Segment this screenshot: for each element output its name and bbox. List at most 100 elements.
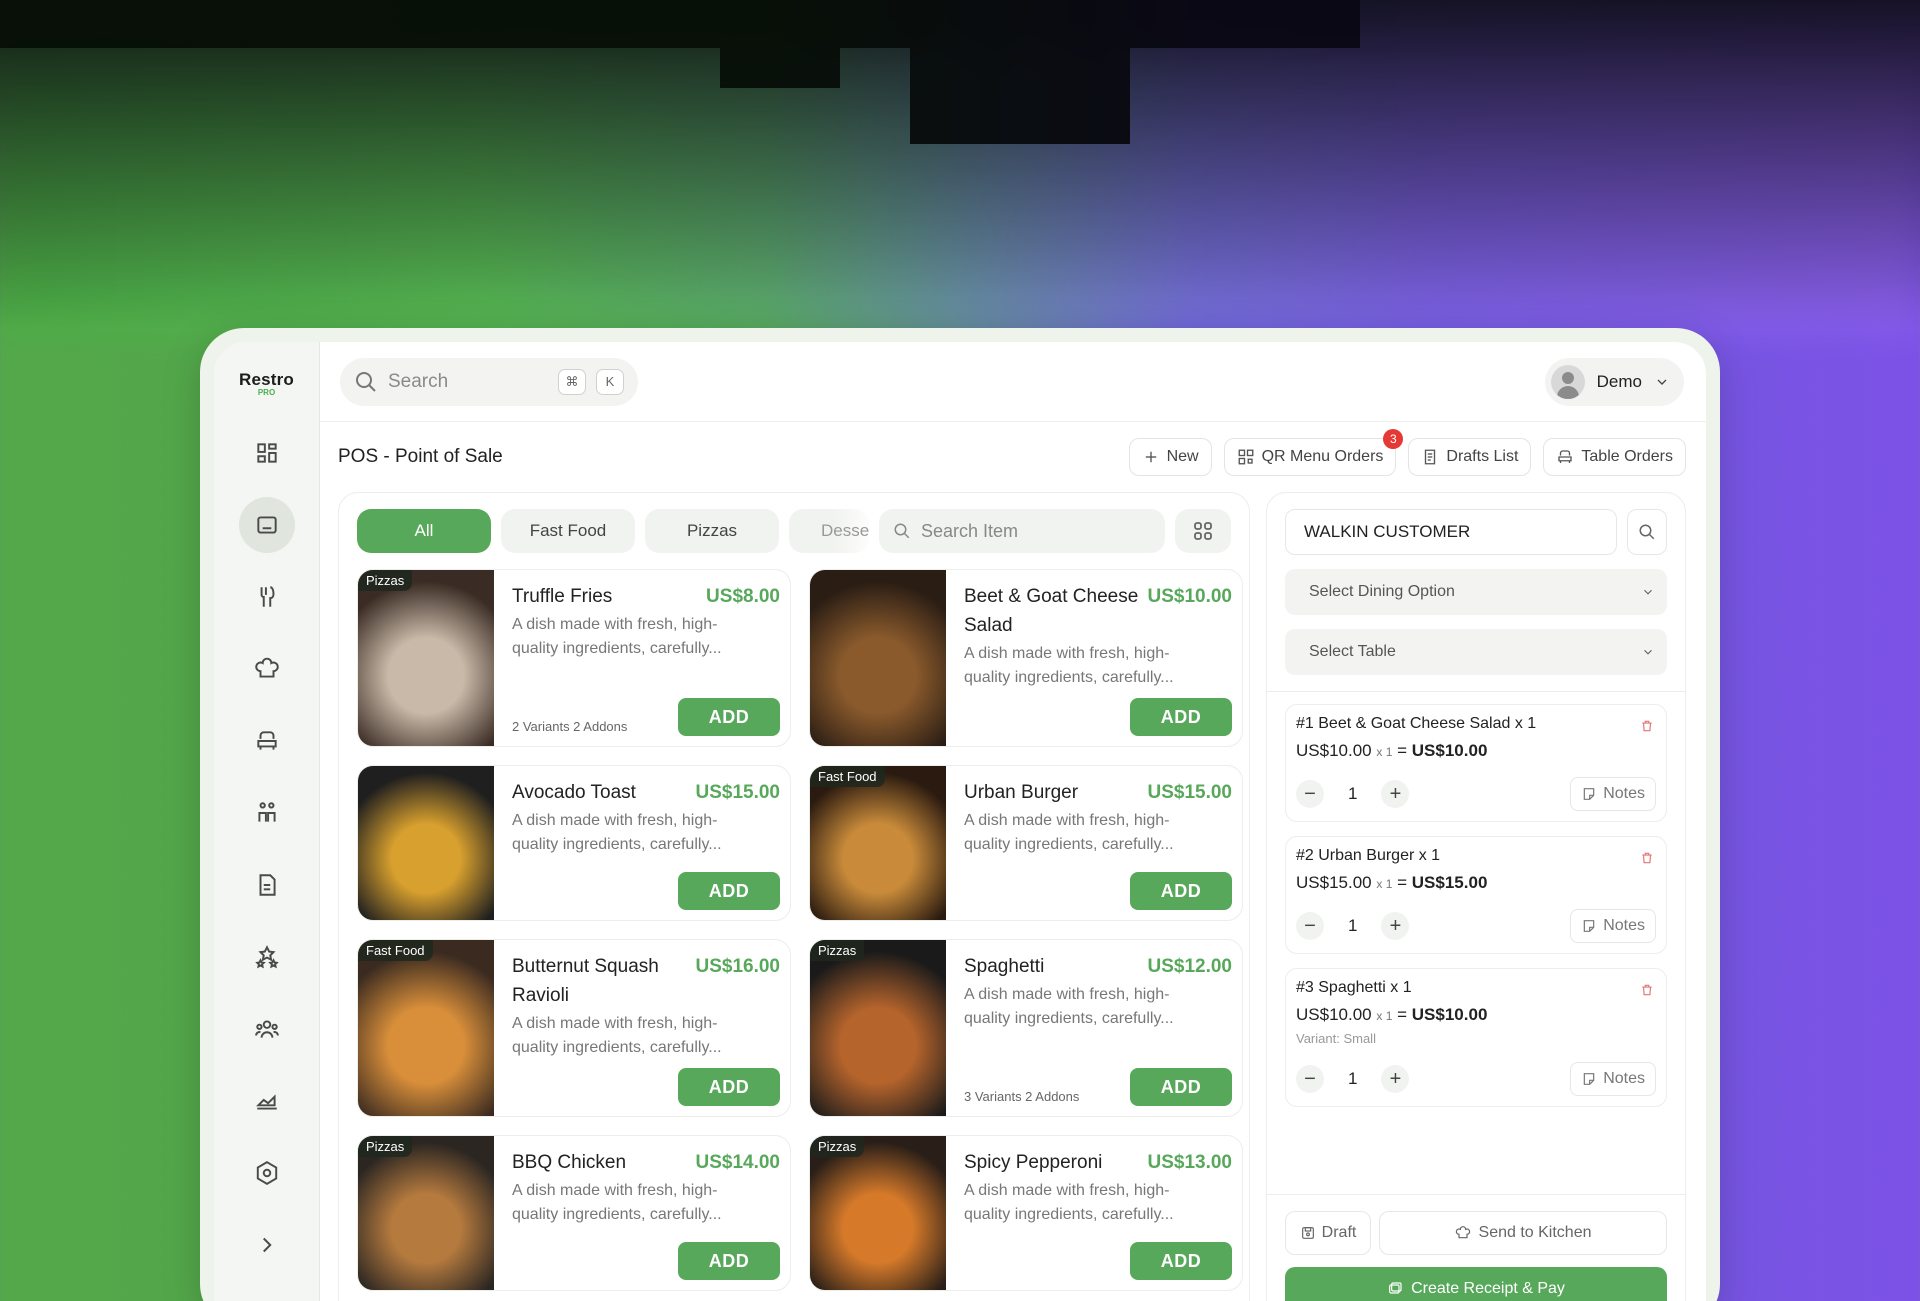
- product-description: A dish made with fresh, high-quality ing…: [512, 1015, 722, 1056]
- add-to-order-button[interactable]: ADD: [1130, 1242, 1232, 1280]
- product-card[interactable]: Avocado Toast US$15.00 A dish made with …: [357, 765, 791, 921]
- table-orders-label: Table Orders: [1581, 448, 1673, 465]
- notes-button[interactable]: Notes: [1570, 1062, 1656, 1096]
- document-icon: [1425, 449, 1436, 465]
- add-to-order-button[interactable]: ADD: [678, 1242, 780, 1280]
- item-search[interactable]: Search Item: [879, 509, 1165, 553]
- product-card[interactable]: Pizzas Truffle Fries US$8.00 A dish made…: [357, 569, 791, 747]
- global-search[interactable]: Search ⌘ K: [340, 357, 638, 406]
- chevron-right-icon: [262, 1237, 272, 1253]
- new-button[interactable]: New: [1128, 438, 1212, 476]
- notes-button[interactable]: Notes: [1570, 909, 1656, 943]
- product-card[interactable]: Pizzas BBQ Chicken US$14.00 A dish made …: [357, 1135, 791, 1291]
- product-name: BBQ Chicken: [512, 1152, 627, 1173]
- add-to-order-button[interactable]: ADD: [1130, 698, 1232, 736]
- product-card[interactable]: Fast Food Urban Burger US$15.00 A dish m…: [809, 765, 1243, 921]
- sidebar-item-orders[interactable]: [239, 857, 295, 913]
- delete-line-button[interactable]: [1640, 719, 1654, 733]
- add-to-order-button[interactable]: ADD: [678, 1068, 780, 1106]
- unit-price: US$10.00: [1296, 1005, 1372, 1024]
- category-chip-fast-food[interactable]: Fast Food: [501, 509, 635, 553]
- app-logo[interactable]: Restro PRO: [239, 370, 294, 397]
- drafts-list-button[interactable]: Drafts List: [1408, 438, 1532, 476]
- product-category-tag: Pizzas: [810, 940, 865, 961]
- add-to-order-button[interactable]: ADD: [1130, 872, 1232, 910]
- sidebar-item-kitchen[interactable]: [239, 641, 295, 697]
- product-image: Pizzas: [358, 1136, 494, 1290]
- note-icon: [1583, 788, 1595, 800]
- qr-menu-orders-button[interactable]: QR Menu Orders 3: [1223, 429, 1404, 476]
- product-info: Spicy Pepperoni US$13.00 A dish made wit…: [946, 1136, 1242, 1290]
- quantity-stepper: − 1 +: [1296, 912, 1410, 940]
- document-icon: [259, 874, 276, 896]
- product-info: Spaghetti US$12.00 A dish made with fres…: [946, 940, 1242, 1116]
- main-area: Search ⌘ K Demo POS - Point of Sale New: [320, 342, 1706, 1301]
- search-icon: [356, 371, 376, 392]
- delete-line-button[interactable]: [1640, 851, 1654, 865]
- increase-quantity-button[interactable]: +: [1381, 912, 1410, 940]
- quantity-multiplier: x 1: [1376, 877, 1393, 891]
- sidebar-item-settings[interactable]: [239, 1145, 295, 1201]
- order-panel: WALKIN CUSTOMER Select Dining Option Sel…: [1266, 492, 1686, 1301]
- item-search-input[interactable]: Search Item: [921, 521, 1018, 542]
- product-price: US$16.00: [695, 956, 780, 977]
- add-to-order-button[interactable]: ADD: [678, 872, 780, 910]
- dining-option-select[interactable]: Select Dining Option: [1285, 569, 1667, 615]
- product-category-tag: Pizzas: [810, 1136, 865, 1157]
- notes-label: Notes: [1603, 917, 1645, 934]
- product-price: US$12.00: [1147, 956, 1232, 977]
- grid-view-button[interactable]: [1175, 509, 1231, 553]
- customer-search-button[interactable]: [1627, 509, 1667, 555]
- product-panel: All Fast Food Pizzas Desse Search Item P…: [338, 492, 1250, 1301]
- product-card[interactable]: Pizzas Spicy Pepperoni US$13.00 A dish m…: [809, 1135, 1243, 1291]
- product-card[interactable]: Pizzas Spaghetti US$12.00 A dish made wi…: [809, 939, 1243, 1117]
- order-line: #1 Beet & Goat Cheese Salad x 1 US$10.00…: [1285, 704, 1667, 822]
- increase-quantity-button[interactable]: +: [1381, 780, 1410, 808]
- chef-hat-icon: [1455, 1226, 1470, 1239]
- add-to-order-button[interactable]: ADD: [1130, 1068, 1232, 1106]
- create-receipt-pay-button[interactable]: Create Receipt & Pay: [1285, 1267, 1667, 1301]
- table-orders-button[interactable]: Table Orders: [1543, 438, 1686, 476]
- grid-icon: [1194, 522, 1212, 540]
- delete-line-button[interactable]: [1640, 983, 1654, 997]
- search-input[interactable]: Search: [388, 371, 548, 393]
- product-card[interactable]: Beet & Goat Cheese Salad US$10.00 A dish…: [809, 569, 1243, 747]
- sidebar-expand[interactable]: [239, 1217, 295, 1273]
- category-chip-desserts[interactable]: Desse: [789, 509, 869, 553]
- stars-icon: [254, 945, 279, 969]
- category-chip-all[interactable]: All: [357, 509, 491, 553]
- chevron-down-icon: [1644, 589, 1652, 595]
- sidebar-item-customers[interactable]: [239, 1001, 295, 1057]
- product-info: Truffle Fries US$8.00 A dish made with f…: [494, 570, 790, 746]
- sidebar: Restro PRO: [214, 342, 320, 1301]
- sidebar-item-reports[interactable]: [239, 1073, 295, 1129]
- unit-price: US$10.00: [1296, 741, 1372, 760]
- product-card[interactable]: Fast Food Butternut Squash Ravioli US$16…: [357, 939, 791, 1117]
- product-image: Fast Food: [358, 940, 494, 1116]
- notes-button[interactable]: Notes: [1570, 777, 1656, 811]
- pos-terminal-icon: [256, 516, 277, 534]
- decrease-quantity-button[interactable]: −: [1296, 780, 1324, 808]
- increase-quantity-button[interactable]: +: [1381, 1065, 1410, 1093]
- decrease-quantity-button[interactable]: −: [1296, 1065, 1324, 1093]
- product-price: US$14.00: [695, 1152, 780, 1173]
- sidebar-item-pos[interactable]: [238, 497, 295, 553]
- send-to-kitchen-button[interactable]: Send to Kitchen: [1379, 1211, 1667, 1255]
- draft-button[interactable]: Draft: [1285, 1211, 1371, 1255]
- note-icon: [1583, 1073, 1595, 1085]
- order-line-price: US$10.00 x 1 = US$10.00: [1296, 741, 1656, 761]
- sidebar-item-reviews[interactable]: [239, 929, 295, 985]
- table-select[interactable]: Select Table: [1285, 629, 1667, 675]
- customer-field[interactable]: WALKIN CUSTOMER: [1285, 509, 1617, 555]
- unit-price: US$15.00: [1296, 873, 1372, 892]
- category-chip-pizzas[interactable]: Pizzas: [645, 509, 779, 553]
- sidebar-item-tables[interactable]: [239, 713, 295, 769]
- product-name: Urban Burger: [964, 782, 1079, 803]
- add-to-order-button[interactable]: ADD: [678, 698, 780, 736]
- user-menu[interactable]: Demo: [1544, 357, 1684, 406]
- sidebar-item-dashboard[interactable]: [239, 425, 295, 481]
- product-image: Pizzas: [810, 1136, 946, 1290]
- sidebar-item-menu[interactable]: [239, 569, 295, 625]
- decrease-quantity-button[interactable]: −: [1296, 912, 1324, 940]
- sidebar-item-staff[interactable]: [239, 785, 295, 841]
